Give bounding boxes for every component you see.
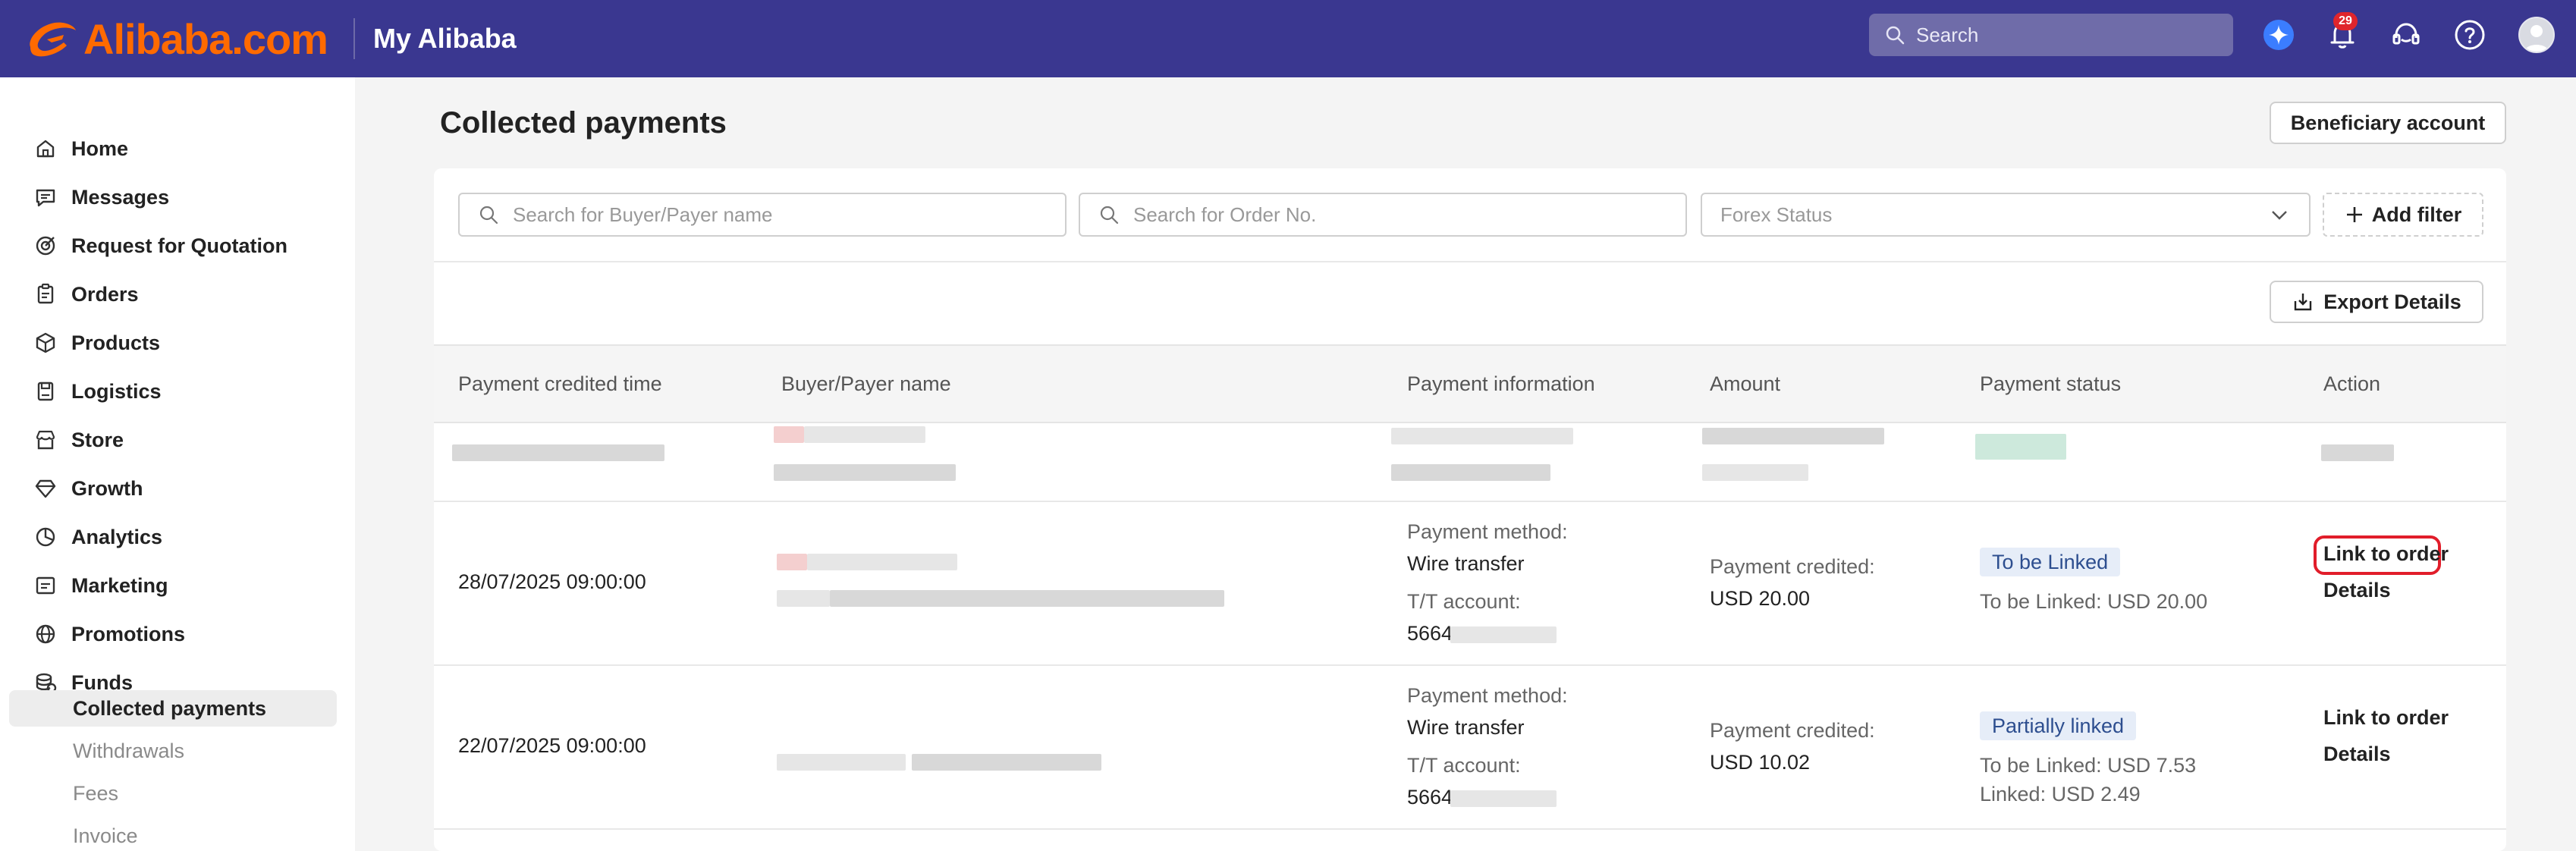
chart-icon: [36, 527, 55, 547]
column-header-payment-info: Payment information: [1407, 372, 1595, 395]
status-badge: To be Linked: [1980, 548, 2121, 576]
globe-icon: [36, 624, 55, 644]
payment-method-label: Payment method:: [1407, 684, 1568, 707]
truck-icon: [37, 382, 54, 401]
logo-text: Alibaba.com: [83, 14, 328, 63]
link-to-order-button[interactable]: Link to order: [2323, 704, 2449, 731]
message-icon: [36, 189, 55, 207]
clipboard-icon: [37, 283, 54, 304]
ai-assistant-icon[interactable]: [2260, 17, 2297, 53]
column-header-amount: Amount: [1710, 372, 1781, 395]
tt-account-value: 5664: [1407, 786, 1453, 809]
search-icon: [1886, 26, 1905, 45]
account-redacted: [1450, 790, 1557, 807]
column-header-time: Payment credited time: [458, 372, 662, 395]
user-icon: [2524, 25, 2549, 52]
sidebar-item-home[interactable]: Home: [33, 127, 128, 170]
sidebar-item-analytics[interactable]: Analytics: [33, 516, 162, 558]
sidebar-subitem-withdrawals[interactable]: Withdrawals: [9, 733, 337, 769]
row-divider: [434, 501, 2506, 502]
top-search-input[interactable]: Search: [1869, 14, 2233, 56]
page-title: Collected payments: [440, 106, 727, 140]
add-filter-button[interactable]: Add filter: [2323, 193, 2483, 237]
column-header-payment-status: Payment status: [1980, 372, 2122, 395]
link-to-order-button[interactable]: Link to order: [2323, 540, 2449, 567]
amount-label: Payment credited:: [1710, 719, 1875, 742]
amount-value: USD 10.02: [1710, 751, 1811, 774]
export-icon: [2295, 294, 2312, 311]
row-divider: [434, 828, 2506, 830]
tt-account-value: 5664: [1407, 622, 1453, 645]
sidebar-subitem-fees[interactable]: Fees: [9, 775, 337, 812]
sidebar: Home Messages Request for Quotation Orde…: [0, 77, 355, 851]
details-link[interactable]: Details: [2323, 576, 2391, 604]
beneficiary-account-button[interactable]: Beneficiary account: [2270, 102, 2506, 144]
payment-method-value: Wire transfer: [1407, 716, 1525, 739]
sidebar-item-growth[interactable]: Growth: [33, 467, 143, 510]
column-header-buyer: Buyer/Payer name: [781, 372, 951, 395]
store-icon: [36, 430, 55, 450]
diamond-icon: [35, 479, 56, 498]
logo-divider: [353, 18, 355, 59]
sidebar-item-products[interactable]: Products: [33, 322, 160, 364]
top-bar: Alibaba.com My Alibaba Search 29: [0, 0, 2576, 77]
payment-method-value: Wire transfer: [1407, 552, 1525, 575]
status-detail: To be Linked: USD 20.00: [1980, 590, 2208, 613]
sidebar-item-messages[interactable]: Messages: [33, 176, 169, 218]
megaphone-icon: [36, 576, 55, 595]
box-icon: [36, 332, 55, 353]
buyer-search-input[interactable]: Search for Buyer/Payer name: [458, 193, 1067, 237]
avatar[interactable]: [2518, 17, 2555, 53]
account-redacted: [1450, 626, 1557, 643]
amount-value: USD 20.00: [1710, 587, 1811, 610]
sidebar-item-orders[interactable]: Orders: [33, 273, 139, 316]
filter-divider: [434, 261, 2506, 262]
alibaba-logo-icon: [30, 22, 76, 57]
sidebar-item-rfq[interactable]: Request for Quotation: [33, 225, 287, 267]
payment-method-label: Payment method:: [1407, 520, 1568, 543]
section-title[interactable]: My Alibaba: [373, 18, 517, 59]
export-details-button[interactable]: Export Details: [2270, 281, 2483, 323]
search-placeholder: Search: [1916, 23, 1979, 46]
plus-icon: [2346, 207, 2362, 222]
sidebar-item-marketing[interactable]: Marketing: [33, 564, 168, 607]
amount-label: Payment credited:: [1710, 555, 1875, 578]
sidebar-subitem-invoice[interactable]: Invoice: [9, 818, 337, 851]
help-icon[interactable]: [2452, 17, 2488, 53]
tt-account-label: T/T account:: [1407, 590, 1521, 613]
order-search-input[interactable]: Search for Order No.: [1079, 193, 1687, 237]
status-detail: Linked: USD 2.49: [1980, 783, 2141, 805]
row-divider: [434, 664, 2506, 666]
forex-status-select[interactable]: Forex Status: [1701, 193, 2311, 237]
alibaba-logo[interactable]: Alibaba.com: [24, 12, 328, 65]
tt-account-label: T/T account:: [1407, 754, 1521, 777]
sidebar-subitem-collected-payments[interactable]: Collected payments: [9, 690, 337, 727]
details-link[interactable]: Details: [2323, 740, 2391, 768]
notification-badge: 29: [2333, 12, 2358, 30]
sidebar-item-promotions[interactable]: Promotions: [33, 613, 185, 655]
payments-card: Search for Buyer/Payer name Search for O…: [434, 168, 2506, 851]
status-detail: To be Linked: USD 7.53: [1980, 754, 2197, 777]
column-header-action: Action: [2323, 372, 2381, 395]
search-icon: [479, 206, 498, 225]
chevron-down-icon: [2272, 211, 2287, 220]
headset-icon[interactable]: [2388, 17, 2424, 53]
target-icon: [36, 236, 55, 256]
status-badge: Partially linked: [1980, 711, 2137, 740]
home-icon: [36, 140, 55, 158]
payment-time: 22/07/2025 09:00:00: [458, 734, 646, 757]
payment-time: 28/07/2025 09:00:00: [458, 570, 646, 593]
sidebar-item-logistics[interactable]: Logistics: [33, 370, 162, 413]
sidebar-item-store[interactable]: Store: [33, 419, 124, 461]
search-icon: [1100, 206, 1119, 225]
